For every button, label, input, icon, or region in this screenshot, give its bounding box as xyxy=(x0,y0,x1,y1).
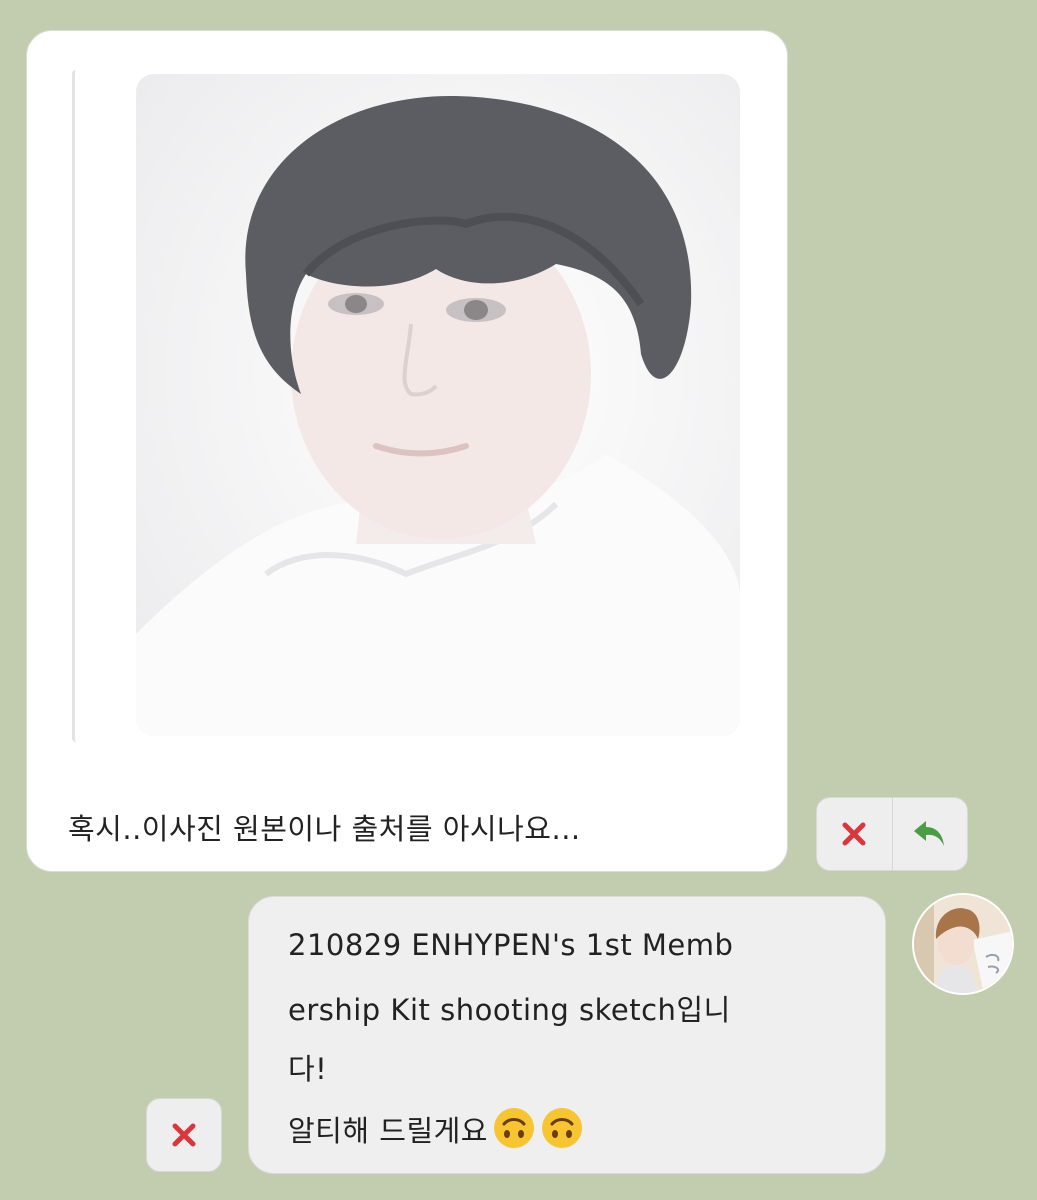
outgoing-message-line-4-text: 알티해 드릴게요 xyxy=(288,1114,488,1148)
incoming-message-text: 혹시..이사진 원본이나 출처를 아시나요... xyxy=(68,812,581,846)
delete-button[interactable] xyxy=(817,798,892,870)
avatar[interactable] xyxy=(912,893,1014,995)
photo-portrait-image xyxy=(136,74,740,736)
outgoing-message-line-1: 210829 ENHYPEN's 1st Memb xyxy=(288,928,734,962)
outgoing-message-line-2: ership Kit shooting sketch입니 xyxy=(288,993,731,1027)
outgoing-message-line-3: 다! xyxy=(288,1052,328,1086)
outgoing-delete-button[interactable] xyxy=(146,1098,222,1172)
incoming-message-actions xyxy=(816,797,968,871)
reply-arrow-icon xyxy=(913,821,944,846)
close-x-icon xyxy=(172,1123,196,1147)
outgoing-message-line-4: 알티해 드릴게요 xyxy=(288,1106,584,1150)
avatar-image xyxy=(914,895,1012,993)
upside-down-face-emoji-icon xyxy=(541,1108,582,1148)
attached-photo[interactable] xyxy=(136,74,740,736)
close-x-icon xyxy=(842,822,866,846)
upside-down-face-emoji-icon xyxy=(493,1108,534,1148)
reply-button[interactable] xyxy=(891,798,968,870)
